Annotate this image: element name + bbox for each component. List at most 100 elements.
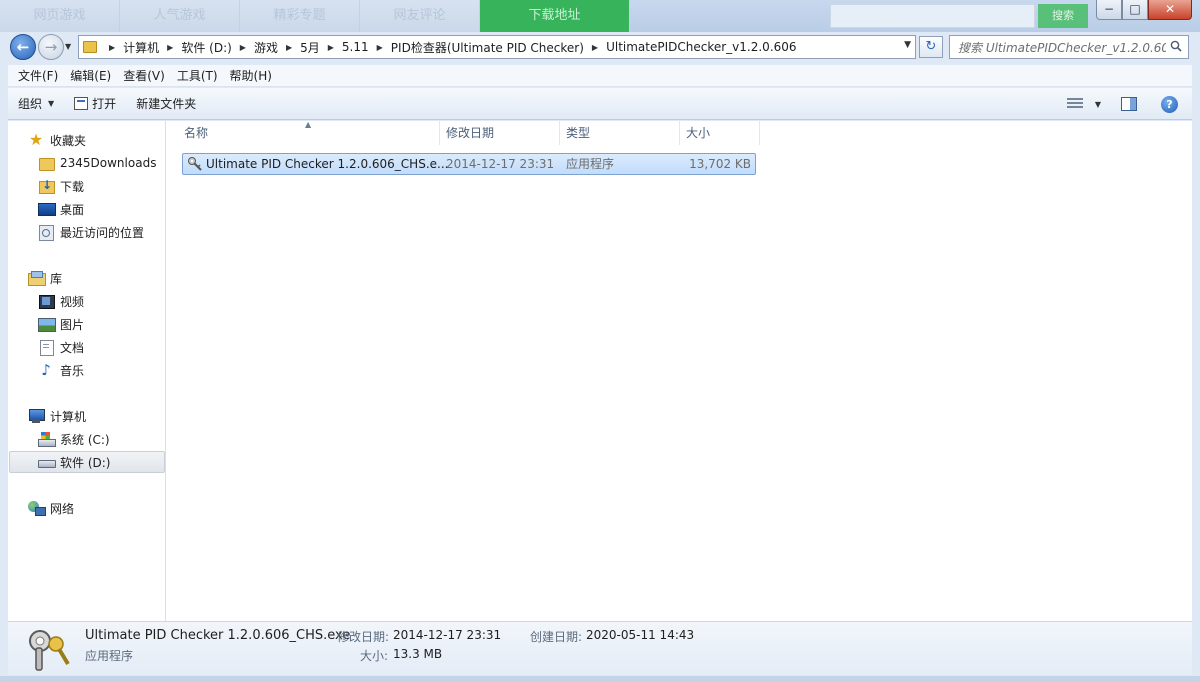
back-button[interactable]: ← (10, 34, 36, 60)
sidebar-item-recent-places[interactable]: 最近访问的位置 (38, 221, 144, 243)
chevron-right-icon[interactable]: ▶ (167, 43, 173, 52)
column-headers: ▲ 名称 修改日期 类型 大小 (167, 120, 1192, 145)
column-header-size[interactable]: 大小 (680, 121, 760, 145)
sidebar-item-2345downloads[interactable]: 2345Downloads (38, 152, 156, 174)
close-button[interactable]: ✕ (1148, 0, 1192, 20)
view-mode-dropdown[interactable]: ▼ (1095, 100, 1101, 109)
background-download-button: 下载地址 (480, 0, 630, 32)
sidebar-item-label: 收藏夹 (50, 133, 87, 148)
organize-label: 组织 (18, 97, 43, 111)
breadcrumb-may[interactable]: 5月 (300, 39, 320, 56)
key-tool-file-icon (188, 157, 202, 171)
background-tab: 精彩专题 (240, 0, 360, 32)
command-bar: 组织 ▼ 打开 新建文件夹 ▼ ? (8, 88, 1192, 120)
chevron-right-icon[interactable]: ▶ (592, 43, 598, 52)
open-label: 打开 (92, 97, 117, 111)
library-icon (28, 270, 46, 286)
menu-edit[interactable]: 编辑(E) (64, 67, 117, 84)
background-search-button: 搜索 (1038, 4, 1088, 28)
file-row[interactable]: Ultimate PID Checker 1.2.0.606_CHS.e... … (182, 153, 756, 175)
chevron-right-icon[interactable]: ▶ (377, 43, 383, 52)
preview-pane-icon[interactable] (1121, 97, 1137, 111)
menu-tools[interactable]: 工具(T) (171, 67, 224, 84)
address-history-dropdown[interactable]: ▼ (904, 40, 911, 50)
breadcrumb-drive-d[interactable]: 软件 (D:) (181, 39, 231, 56)
sidebar-item-desktop[interactable]: 桌面 (38, 198, 84, 220)
maximize-button[interactable]: □ (1122, 0, 1148, 20)
sidebar-item-music[interactable]: ♪ 音乐 (38, 359, 84, 381)
breadcrumb-5-11[interactable]: 5.11 (342, 40, 369, 54)
menu-help[interactable]: 帮助(H) (224, 67, 278, 84)
sidebar-item-label: 文档 (60, 340, 85, 355)
minimize-button[interactable]: − (1096, 0, 1122, 20)
file-name: Ultimate PID Checker 1.2.0.606_CHS.e... (206, 157, 449, 171)
chevron-right-icon[interactable]: ▶ (109, 43, 115, 52)
address-bar[interactable]: ▶ 计算机 ▶ 软件 (D:) ▶ 游戏 ▶ 5月 ▶ 5.11 ▶ PID检查… (78, 35, 916, 59)
new-folder-button[interactable]: 新建文件夹 (126, 90, 206, 118)
computer-icon (28, 408, 45, 424)
refresh-button[interactable]: ↻ (919, 36, 943, 58)
details-size-label: 大小: (360, 649, 389, 663)
breadcrumb-pid-checker[interactable]: PID检查器(Ultimate PID Checker) (391, 39, 584, 56)
sidebar-item-label: 网络 (50, 501, 75, 516)
sidebar-item-label: 系统 (C:) (60, 432, 110, 447)
background-search-field (830, 4, 1035, 28)
open-icon (74, 97, 89, 110)
details-modified-value: 2014-12-17 23:31 (393, 628, 502, 642)
sidebar-item-computer[interactable]: 计算机 (28, 405, 86, 427)
sidebar-item-network[interactable]: 网络 (28, 497, 74, 519)
document-icon (38, 339, 54, 356)
breadcrumb-computer[interactable]: 计算机 (123, 39, 159, 56)
search-placeholder: 搜索 UltimatePIDChecker_v1.2.0.606 (958, 40, 1166, 55)
new-folder-label: 新建文件夹 (136, 97, 197, 111)
organize-button[interactable]: 组织 ▼ (8, 90, 64, 118)
sidebar-item-documents[interactable]: 文档 (38, 336, 84, 358)
open-button[interactable]: 打开 (64, 90, 126, 118)
details-created-value: 2020-05-11 14:43 (586, 628, 695, 642)
recent-places-icon (38, 224, 54, 241)
chevron-right-icon[interactable]: ▶ (286, 43, 292, 52)
sidebar-item-drive-c[interactable]: 系统 (C:) (38, 428, 110, 450)
recent-pages-dropdown[interactable]: ▼ (65, 42, 71, 51)
sidebar-item-label: 2345Downloads (60, 156, 157, 170)
help-icon[interactable]: ? (1161, 95, 1178, 113)
star-icon: ★ (28, 130, 44, 149)
chevron-right-icon[interactable]: ▶ (328, 43, 334, 52)
column-header-label: 修改日期 (446, 126, 495, 140)
sidebar-item-label: 下载 (60, 179, 85, 194)
menu-view[interactable]: 查看(V) (117, 67, 171, 84)
sidebar-item-label: 视频 (60, 294, 85, 309)
column-header-date[interactable]: 修改日期 (440, 121, 560, 145)
sidebar-item-label: 图片 (60, 317, 85, 332)
column-header-label: 名称 (184, 126, 209, 140)
menu-bar: 文件(F) 编辑(E) 查看(V) 工具(T) 帮助(H) (8, 65, 1192, 87)
view-mode-icon[interactable] (1066, 98, 1083, 110)
details-modified-label: 修改日期: (337, 630, 390, 644)
sidebar-item-libraries[interactable]: 库 (28, 267, 62, 289)
title-bar: 网页游戏 人气游戏 精彩专题 网友评论 下载地址 搜索 − □ ✕ (0, 0, 1200, 32)
sidebar-item-favorites[interactable]: ★ 收藏夹 (28, 129, 86, 151)
system-drive-icon (38, 431, 56, 447)
forward-button[interactable]: → (38, 34, 64, 60)
search-icon[interactable] (1170, 40, 1182, 52)
column-header-label: 类型 (566, 126, 591, 140)
column-header-name[interactable]: ▲ 名称 (167, 120, 440, 145)
background-tab: 网页游戏 (0, 0, 120, 32)
details-filename: Ultimate PID Checker 1.2.0.606_CHS.exe (85, 628, 351, 643)
column-header-type[interactable]: 类型 (560, 121, 680, 145)
chevron-right-icon[interactable]: ▶ (240, 43, 246, 52)
sidebar-item-pictures[interactable]: 图片 (38, 313, 84, 335)
folder-icon (83, 41, 97, 53)
key-tool-file-icon (29, 630, 70, 671)
background-page-tabs: 网页游戏 人气游戏 精彩专题 网友评论 下载地址 (0, 0, 630, 32)
breadcrumb-current-folder[interactable]: UltimatePIDChecker_v1.2.0.606 (606, 40, 796, 54)
menu-file[interactable]: 文件(F) (12, 67, 64, 84)
window-bottom-edge (0, 676, 1200, 682)
search-input[interactable]: 搜索 UltimatePIDChecker_v1.2.0.606 (949, 35, 1189, 59)
breadcrumb-games[interactable]: 游戏 (254, 39, 278, 56)
sidebar-item-videos[interactable]: 视频 (38, 290, 84, 312)
background-tab: 人气游戏 (120, 0, 240, 32)
sidebar-item-downloads[interactable]: 下载 (38, 175, 84, 197)
column-header-label: 大小 (686, 126, 711, 140)
sidebar-item-drive-d[interactable]: 软件 (D:) (9, 451, 165, 473)
